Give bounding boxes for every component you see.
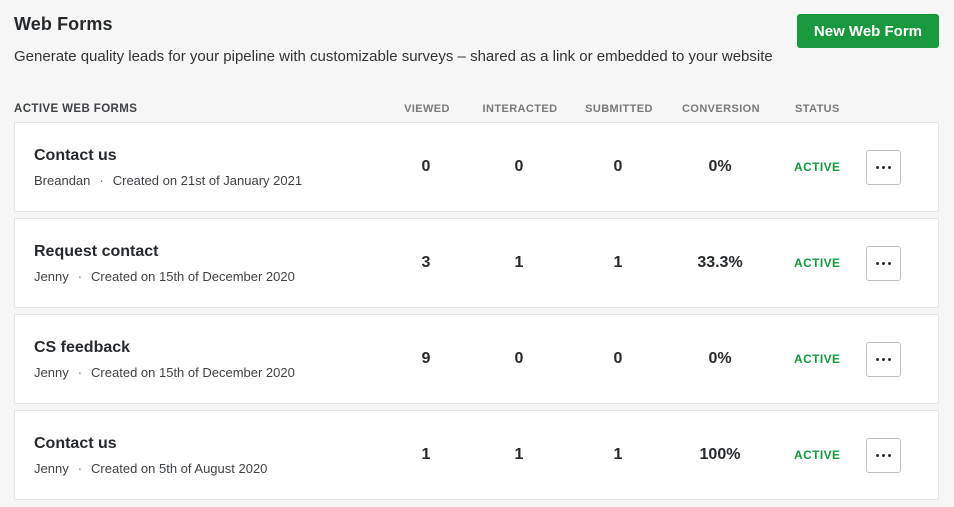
form-owner: Jenny [34,364,69,380]
form-name-cell: CS feedback Jenny · Created on 15th of D… [15,338,388,381]
conversion-rate: 0% [708,350,732,367]
row-options-button[interactable] [866,437,901,473]
actions-cell [866,341,938,377]
form-title[interactable]: Contact us [34,434,388,454]
viewed-count: 0 [421,158,431,175]
meta-separator: · [77,268,83,284]
form-created-date: Created on 15th of December 2020 [91,268,295,284]
ellipsis-icon [876,165,891,169]
column-header-submitted: SUBMITTED [585,103,653,115]
status-badge: ACTIVE [794,352,841,366]
form-created-date: Created on 21st of January 2021 [112,172,303,188]
actions-cell [866,245,938,281]
row-options-button[interactable] [866,245,901,281]
ellipsis-icon [876,453,891,457]
form-owner: Jenny [34,460,69,476]
web-form-row: Contact us Breandan · Created on 21st of… [14,122,939,212]
web-form-row: Request contact Jenny · Created on 15th … [14,218,939,308]
interacted-count: 1 [514,446,524,463]
form-meta: Breandan · Created on 21st of January 20… [34,173,388,189]
interacted-count: 0 [514,350,524,367]
form-name-cell: Contact us Breandan · Created on 21st of… [15,146,388,189]
conversion-rate: 100% [699,446,741,463]
page-subtitle: Generate quality leads for your pipeline… [14,48,773,65]
form-name-cell: Request contact Jenny · Created on 15th … [15,242,388,285]
form-name-cell: Contact us Jenny · Created on 5th of Aug… [15,434,388,477]
meta-separator: · [77,460,83,476]
viewed-count: 3 [421,254,431,271]
form-meta: Jenny · Created on 15th of December 2020 [34,365,388,381]
meta-separator: · [99,172,104,188]
ellipsis-icon [876,261,891,265]
actions-cell [866,437,938,473]
conversion-rate: 0% [708,158,732,175]
ellipsis-icon [876,357,891,361]
interacted-count: 1 [514,254,524,271]
column-header-status: STATUS [795,103,840,115]
form-owner: Jenny [34,268,69,284]
form-title[interactable]: Request contact [34,242,388,262]
status-cell: ACTIVE [778,350,866,368]
submitted-count: 0 [613,158,623,175]
submitted-count: 1 [613,446,623,463]
row-options-button[interactable] [866,341,901,377]
status-cell: ACTIVE [778,158,866,176]
form-title[interactable]: CS feedback [34,338,388,358]
viewed-count: 1 [421,446,431,463]
table-header-row: ACTIVE WEB FORMS VIEWED INTERACTED SUBMI… [14,96,939,122]
row-options-button[interactable] [866,149,901,185]
conversion-rate: 33.3% [697,254,743,271]
status-cell: ACTIVE [778,446,866,464]
interacted-count: 0 [514,158,524,175]
web-forms-page: Web Forms Generate quality leads for you… [0,0,954,507]
form-created-date: Created on 5th of August 2020 [91,460,268,476]
column-header-viewed: VIEWED [404,103,450,115]
actions-cell [866,149,938,185]
column-header-interacted: INTERACTED [482,103,558,115]
submitted-count: 0 [613,350,623,367]
column-header-active-web-forms: ACTIVE WEB FORMS [14,103,138,115]
form-meta: Jenny · Created on 15th of December 2020 [34,269,388,285]
form-owner: Breandan [34,172,91,188]
form-created-date: Created on 15th of December 2020 [91,364,295,380]
new-web-form-button[interactable]: New Web Form [796,14,939,48]
form-meta: Jenny · Created on 5th of August 2020 [34,461,388,477]
web-form-row: CS feedback Jenny · Created on 15th of D… [14,314,939,404]
viewed-count: 9 [421,350,431,367]
meta-separator: · [77,364,83,380]
status-cell: ACTIVE [778,254,866,272]
form-title[interactable]: Contact us [34,146,388,166]
status-badge: ACTIVE [794,160,841,174]
status-badge: ACTIVE [794,256,841,270]
submitted-count: 1 [613,254,623,271]
web-form-row: Contact us Jenny · Created on 5th of Aug… [14,410,939,500]
column-header-conversion: CONVERSION [682,103,760,115]
status-badge: ACTIVE [794,448,841,462]
